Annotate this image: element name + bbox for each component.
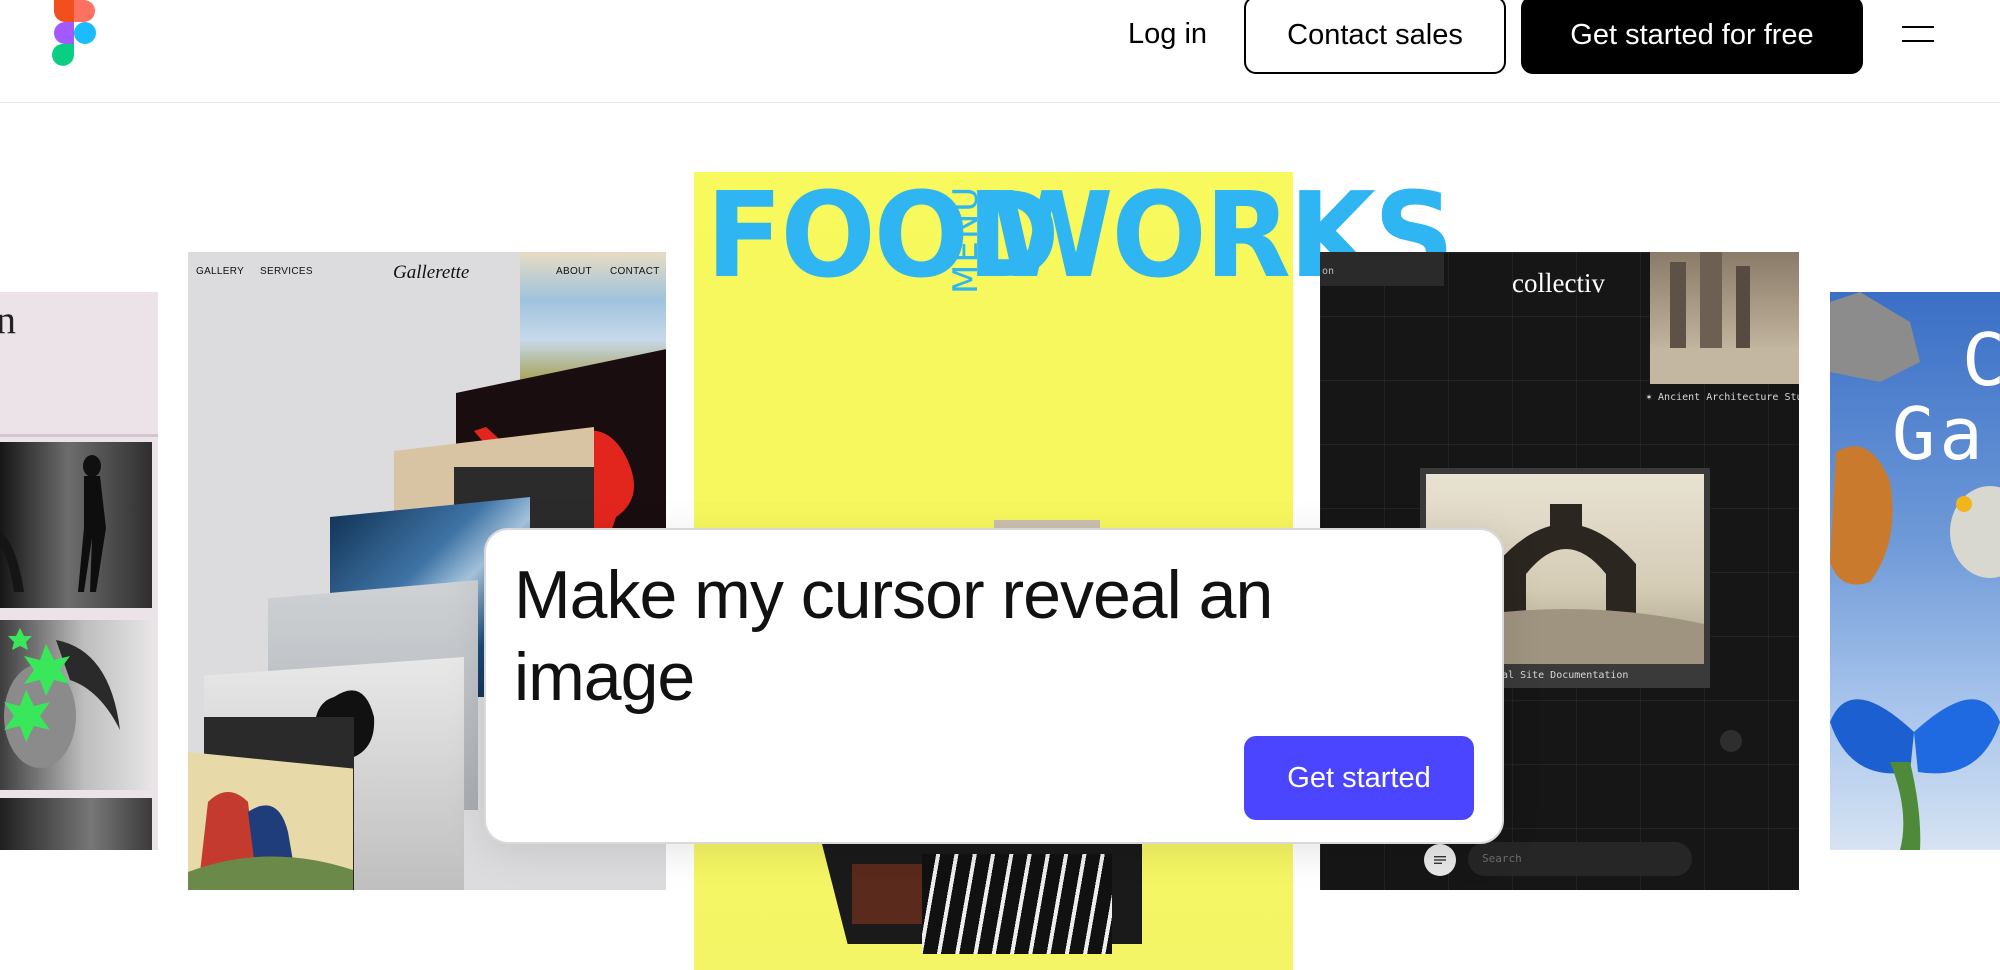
collectiv-tab[interactable]: [1320, 252, 1444, 286]
log-in-link[interactable]: Log in: [1128, 14, 1207, 54]
site-header: Log in Contact sales Get started for fre…: [0, 0, 2000, 103]
prompt-panel: Make my cursor reveal an image Get start…: [484, 528, 1504, 844]
collectiv-search-placeholder: Search: [1482, 852, 1522, 865]
collectiv-dot[interactable]: [1720, 730, 1742, 752]
get-started-button[interactable]: Get started: [1244, 736, 1474, 820]
food-title-menu: MENU: [946, 184, 986, 294]
gallerette-nav-services[interactable]: SERVICES: [260, 266, 313, 277]
pink-card-heading: n: [0, 297, 16, 342]
collectiv-search-field[interactable]: Search: [1468, 842, 1692, 876]
photo-portrait: [0, 620, 152, 790]
hamburger-menu-icon[interactable]: [1902, 24, 1934, 44]
photo-dancer: [0, 442, 152, 608]
butterfly-card-letter-1: C: [1962, 318, 2000, 402]
get-started-free-button[interactable]: Get started for free: [1521, 0, 1863, 74]
artwork-figures: [188, 752, 353, 890]
prompt-text[interactable]: Make my cursor reveal an image: [514, 554, 1374, 718]
photo-ancient-ruins: [1650, 252, 1799, 384]
butterfly-card-letter-2: Ga: [1892, 392, 1987, 476]
collectiv-tab-label: on: [1322, 266, 1335, 277]
figma-logo-icon[interactable]: [50, 0, 97, 68]
food-photo-peek: [994, 520, 1100, 528]
gallerette-nav-about[interactable]: ABOUT: [556, 266, 592, 277]
collectiv-caption-bottom: cal Site Documentation: [1496, 670, 1629, 681]
gallerette-nav-gallery[interactable]: GALLERY: [196, 266, 244, 277]
photo-concert: [0, 798, 152, 850]
food-photo-collage: [822, 844, 1142, 970]
gallerette-nav-contact[interactable]: CONTACT: [610, 266, 660, 277]
contact-sales-button[interactable]: Contact sales: [1244, 0, 1506, 74]
collectiv-caption-top: ✶ Ancient Architecture Stu: [1646, 392, 1799, 403]
collectiv-title: collectiv: [1512, 268, 1605, 298]
collectiv-list-button[interactable]: [1424, 844, 1456, 876]
gallerette-title: Gallerette: [393, 262, 470, 283]
list-icon: [1434, 856, 1446, 864]
showcase-card-pink[interactable]: [0, 292, 158, 850]
